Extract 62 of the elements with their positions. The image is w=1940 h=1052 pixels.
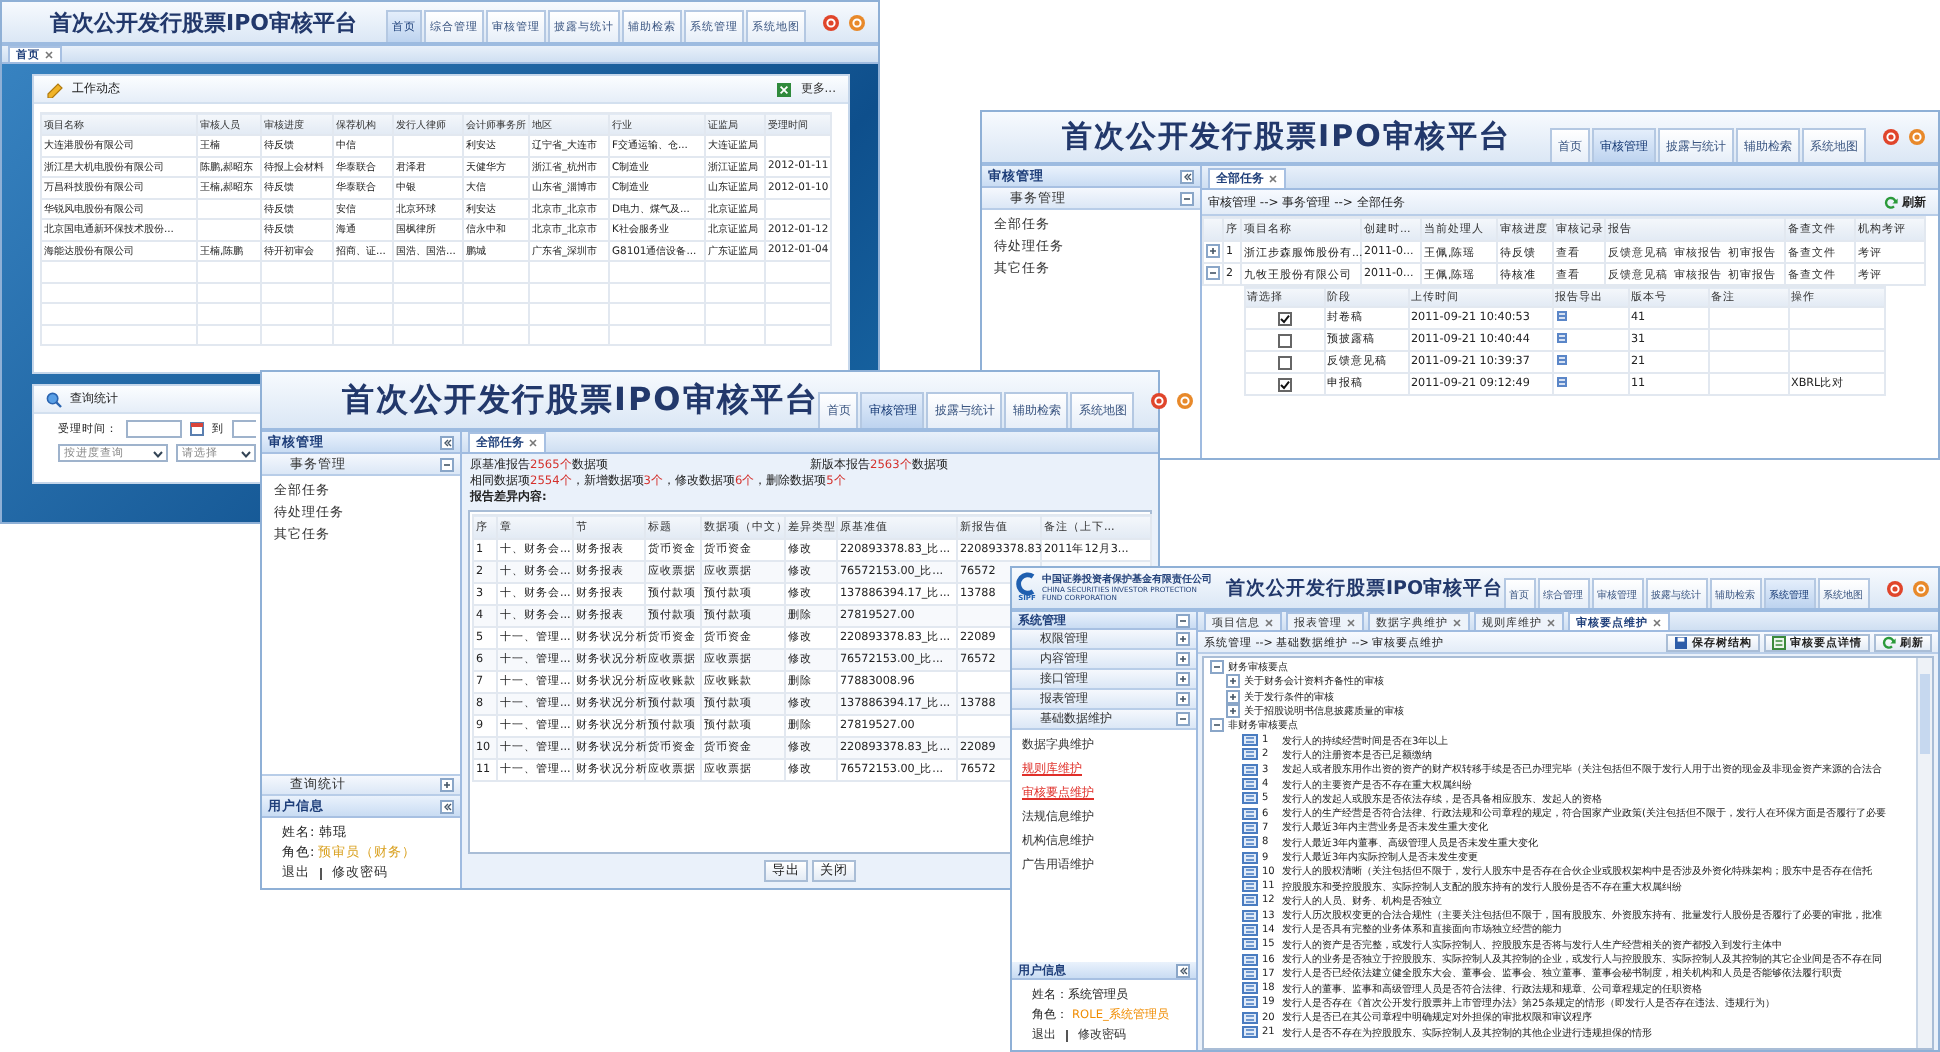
plus-icon[interactable]: [1176, 692, 1190, 706]
plus-icon[interactable]: [1176, 632, 1190, 646]
close-icon[interactable]: [1546, 617, 1556, 627]
circle-icon[interactable]: [1150, 391, 1169, 409]
calendar-icon[interactable]: [190, 422, 204, 436]
date-field[interactable]: [232, 420, 256, 438]
checkbox[interactable]: [1277, 311, 1291, 325]
circle-icon[interactable]: [822, 13, 840, 31]
minus-icon[interactable]: [1206, 265, 1220, 279]
date-field[interactable]: [126, 420, 182, 438]
checkbox[interactable]: [1277, 377, 1291, 391]
minus-icon[interactable]: [1210, 660, 1224, 675]
app-title: 首次公开发行股票IPO审核平台: [50, 7, 358, 37]
export-icon[interactable]: [1555, 376, 1567, 388]
scrollbar[interactable]: [1916, 658, 1932, 1048]
app-title: 首次公开发行股票IPO审核平台: [1226, 575, 1504, 601]
plus-icon[interactable]: [1226, 689, 1240, 704]
minus-icon[interactable]: [1176, 613, 1190, 627]
close-icon[interactable]: [1264, 617, 1274, 627]
minus-icon[interactable]: [1210, 718, 1224, 733]
plus-icon[interactable]: [1226, 674, 1240, 689]
collapse-icon[interactable]: [440, 435, 454, 449]
close-icon[interactable]: [1652, 617, 1662, 627]
circle-icon[interactable]: [1882, 128, 1900, 146]
plus-icon[interactable]: [440, 778, 454, 792]
checkbox[interactable]: [1277, 355, 1291, 369]
plus-icon[interactable]: [1226, 704, 1240, 719]
document-icon: [1772, 635, 1786, 649]
circle-icon[interactable]: [1911, 579, 1930, 597]
close-icon[interactable]: [1452, 617, 1462, 627]
close-icon[interactable]: [528, 438, 538, 448]
plus-icon[interactable]: [1176, 672, 1190, 686]
refresh-icon: [1884, 195, 1898, 209]
export-icon[interactable]: [1555, 310, 1567, 322]
minus-icon[interactable]: [440, 457, 454, 471]
export-icon[interactable]: [1555, 332, 1567, 344]
spreadsheet-icon[interactable]: [776, 81, 793, 97]
caret-icon: [152, 447, 164, 459]
circle-icon[interactable]: [1885, 579, 1904, 597]
export-icon[interactable]: [1555, 354, 1567, 366]
caret-icon: [240, 447, 252, 459]
minus-icon[interactable]: [1180, 191, 1194, 205]
search-icon: [46, 391, 62, 407]
checkbox[interactable]: [1277, 333, 1291, 347]
refresh-icon: [1882, 635, 1896, 649]
plus-icon[interactable]: [1206, 243, 1220, 257]
logo-icon: [1016, 572, 1038, 597]
close-icon[interactable]: [1346, 617, 1356, 627]
plus-icon[interactable]: [1176, 652, 1190, 666]
pencil-icon: [46, 81, 64, 97]
circle-icon[interactable]: [1176, 391, 1195, 409]
close-icon[interactable]: [1268, 174, 1278, 184]
floppy-icon: [1674, 635, 1688, 649]
app-title: 首次公开发行股票IPO审核平台: [342, 379, 819, 421]
minus-icon[interactable]: [1176, 712, 1190, 726]
close-icon[interactable]: [44, 50, 54, 60]
collapse-icon[interactable]: [440, 799, 454, 813]
app-title: 首次公开发行股票IPO审核平台: [1062, 118, 1511, 156]
circle-icon[interactable]: [848, 13, 866, 31]
collapse-icon[interactable]: [1176, 963, 1190, 977]
collapse-icon[interactable]: [1180, 169, 1194, 183]
circle-icon[interactable]: [1908, 128, 1926, 146]
